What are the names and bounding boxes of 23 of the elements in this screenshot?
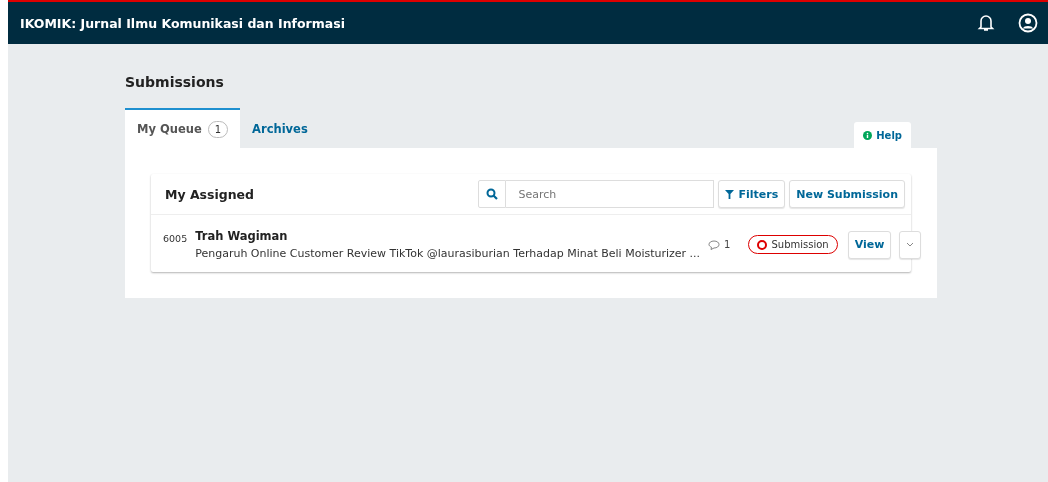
- filter-icon: [725, 189, 735, 199]
- submission-title: Pengaruh Online Customer Review TikTok @laurasiburian Terhadap Minat Beli Moisturizer ...: [195, 247, 701, 260]
- submission-id: 6005: [163, 232, 188, 244]
- help-button[interactable]: Help: [854, 122, 911, 148]
- list-title: My Assigned: [165, 186, 256, 202]
- chevron-down-icon: [906, 242, 915, 247]
- info-icon: [863, 130, 873, 140]
- view-button[interactable]: View: [847, 230, 892, 259]
- author-name: Trah Wagiman: [195, 229, 289, 243]
- search-icon: [486, 188, 499, 200]
- page-title: Submissions: [125, 74, 225, 90]
- new-submission-button[interactable]: New Submission: [789, 180, 905, 208]
- notification-bell-icon[interactable]: [976, 13, 996, 33]
- count-badge: 1: [207, 120, 229, 138]
- comment-count: 1: [724, 239, 731, 250]
- filters-button[interactable]: Filters: [718, 180, 786, 208]
- user-account-icon[interactable]: [1018, 13, 1038, 33]
- journal-title: IKOMIK: Jurnal Ilmu Komunikasi dan Informasi: [20, 15, 346, 31]
- search-button[interactable]: [478, 180, 507, 208]
- tab[interactable]: My Queue 1: [125, 108, 241, 148]
- comment-icon: [708, 239, 721, 250]
- search-field[interactable]: Search: [506, 180, 715, 208]
- tab[interactable]: Archives: [240, 108, 320, 148]
